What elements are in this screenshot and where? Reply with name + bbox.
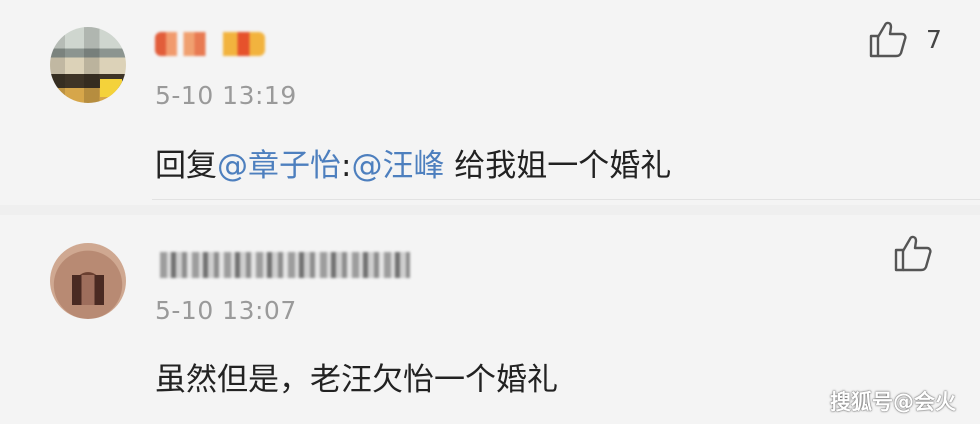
username-blurred[interactable]	[155, 32, 265, 56]
username-blurred[interactable]	[160, 252, 410, 278]
comment-timestamp: 5-10 13:07	[155, 296, 297, 325]
comment-item: 5-10 13:19 回复@章子怡:@汪峰 给我姐一个婚礼 7	[0, 0, 980, 205]
section-gap	[0, 205, 980, 215]
watermark: 搜狐号@会火	[830, 390, 956, 414]
comment-timestamp: 5-10 13:19	[155, 81, 297, 110]
comment-text: 虽然但是，老汪欠怡一个婚礼	[155, 362, 558, 398]
comment-body: 给我姐一个婚礼	[444, 148, 672, 184]
thumbs-up-icon	[894, 235, 932, 272]
like-button[interactable]	[893, 234, 933, 272]
thumbs-up-icon	[869, 21, 907, 58]
mention-link[interactable]: @章子怡	[217, 148, 341, 184]
mention-link[interactable]: @汪峰	[351, 148, 444, 184]
avatar[interactable]	[50, 243, 126, 319]
mention-separator: :	[341, 148, 352, 184]
comment-text: 回复@章子怡:@汪峰 给我姐一个婚礼	[155, 140, 671, 185]
divider	[152, 199, 980, 200]
reply-prefix: 回复	[155, 148, 217, 184]
avatar[interactable]	[50, 27, 126, 103]
like-count: 7	[926, 24, 942, 54]
like-button[interactable]: 7	[868, 20, 942, 58]
